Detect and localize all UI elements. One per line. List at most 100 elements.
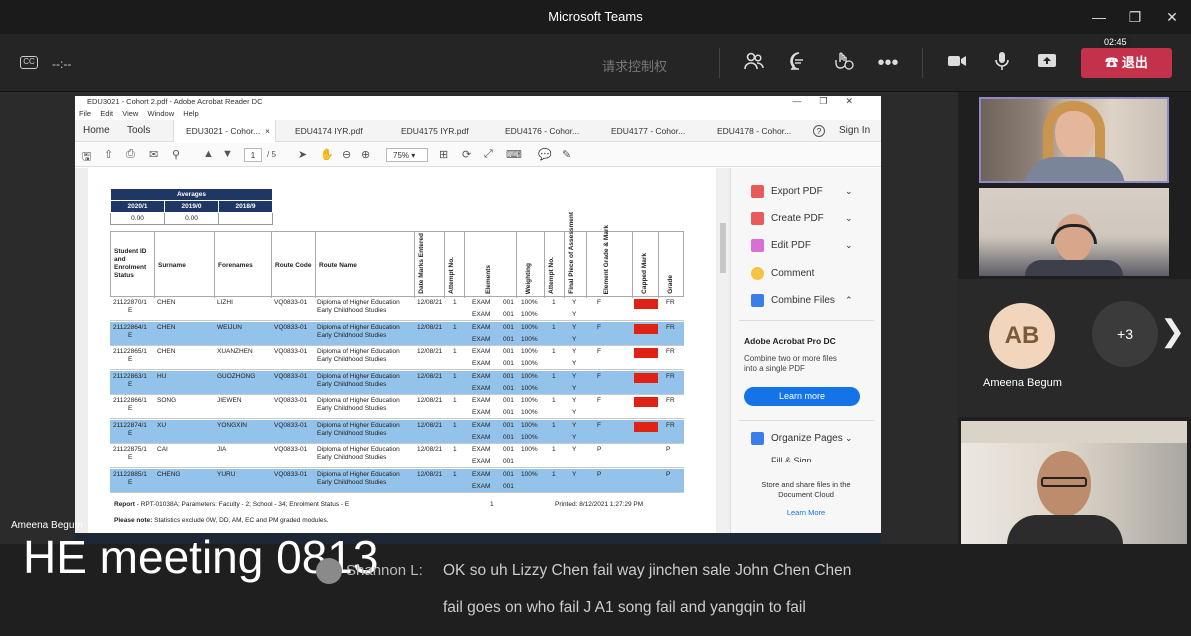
table-cell: CHENG <box>157 470 181 478</box>
organize-pages-item[interactable]: Organize Pages <box>771 433 843 444</box>
select-tool-icon[interactable]: ➤ <box>298 148 307 161</box>
page-down-icon[interactable]: ▼ <box>222 148 233 160</box>
people-icon[interactable] <box>742 50 766 76</box>
col-capped: Capped Mark <box>633 232 659 298</box>
upload-icon[interactable]: ⇧ <box>104 148 113 161</box>
tab-doc[interactable]: EDU4177 - Cohor... <box>611 126 685 136</box>
table-cell: 100% <box>521 348 538 355</box>
table-cell: 100% <box>521 311 538 318</box>
save-icon[interactable]: 🖫 <box>82 148 91 167</box>
minimize-icon[interactable]: — <box>1090 8 1108 26</box>
table-cell: E <box>128 454 133 461</box>
camera-icon[interactable] <box>945 50 969 76</box>
chevron-up-icon[interactable]: ⌃ <box>845 295 853 306</box>
zoom-select[interactable]: 75% ▾ <box>386 148 428 162</box>
chat-icon[interactable] <box>787 50 811 76</box>
participant-video-3[interactable] <box>961 421 1187 544</box>
tab-tools[interactable]: Tools <box>127 125 150 136</box>
menu-edit[interactable]: Edit <box>100 109 113 118</box>
table-cell: EXAM <box>472 323 491 331</box>
meeting-toolbar: CC --:-- 请求控制权 ••• ☎ 退出 <box>0 34 1191 92</box>
rotate-icon[interactable]: ⟳ <box>462 148 471 161</box>
pdf-document-view[interactable]: Averages 2020/1 2019/0 2018/9 0.00 0.00 … <box>75 168 730 533</box>
edit-pdf-item[interactable]: Edit PDF <box>771 240 811 251</box>
keyboard-icon[interactable]: ⌨ <box>506 148 522 161</box>
menu-help[interactable]: Help <box>183 109 198 118</box>
hand-tool-icon[interactable]: ✋ <box>320 148 334 161</box>
fill-sign-item[interactable]: Fill & Sign <box>771 456 812 462</box>
email-icon[interactable]: ✉ <box>149 148 158 161</box>
table-cell: VQ0833-01 <box>274 397 308 404</box>
table-cell: Y <box>572 397 577 404</box>
sign-in-link[interactable]: Sign In <box>839 125 870 136</box>
participant-video-1[interactable] <box>979 97 1169 183</box>
menu-view[interactable]: View <box>122 109 138 118</box>
reactions-icon[interactable] <box>832 50 856 76</box>
restore-icon[interactable]: ❐ <box>1126 8 1144 26</box>
search-icon[interactable]: ⚲ <box>172 148 180 161</box>
menu-window[interactable]: Window <box>147 109 174 118</box>
chevron-down-icon[interactable]: ⌄ <box>845 433 853 444</box>
averages-header: Averages <box>110 188 273 201</box>
tab-doc[interactable]: EDU4178 - Cohor... <box>717 126 791 136</box>
menu-file[interactable]: File <box>79 109 91 118</box>
doc-scroll-thumb[interactable] <box>720 223 726 273</box>
help-icon[interactable]: ? <box>813 125 825 137</box>
request-control-button[interactable]: 请求控制权 <box>602 56 667 75</box>
zoom-out-icon[interactable]: ⊖ <box>342 148 351 161</box>
avg-val: 0.00 <box>164 212 219 225</box>
combine-files-item[interactable]: Combine Files <box>771 295 835 306</box>
table-cell: 001 <box>503 311 514 318</box>
tab-doc[interactable]: EDU4175 IYR.pdf <box>401 126 469 136</box>
table-cell: F <box>597 348 601 355</box>
comment-icon[interactable]: 💬 <box>538 148 552 161</box>
fit-page-icon[interactable]: ⊞ <box>439 148 448 161</box>
table-cell: 001 <box>503 470 514 478</box>
col-label: Route Code <box>275 262 312 269</box>
table-cell: EXAM <box>472 433 491 441</box>
comment-item[interactable]: Comment <box>771 268 814 279</box>
export-pdf-item[interactable]: Export PDF <box>771 186 823 197</box>
report-notes: Please note: Statistics exclude 0W, DD, … <box>114 517 329 524</box>
leave-button[interactable]: ☎ 退出 <box>1081 48 1172 78</box>
chevron-down-icon[interactable]: ⌄ <box>845 213 853 224</box>
zoom-in-icon[interactable]: ⊕ <box>361 148 370 161</box>
table-cell: FR <box>666 397 675 404</box>
captions-icon[interactable]: CC <box>20 56 38 69</box>
avatar[interactable]: AB <box>989 303 1055 369</box>
learn-more-button[interactable]: Learn more <box>744 387 860 406</box>
close-icon[interactable]: ✕ <box>1163 8 1181 26</box>
tab-doc[interactable]: EDU4176 - Cohor... <box>505 126 579 136</box>
highlight-pen-icon[interactable]: ✎ <box>562 148 571 161</box>
tab-doc[interactable]: EDU4174 IYR.pdf <box>295 126 363 136</box>
tab-home[interactable]: Home <box>83 125 110 136</box>
report-label: Report <box>114 501 135 508</box>
chevron-down-icon[interactable]: ⌄ <box>845 186 853 197</box>
close-tab-icon[interactable]: × <box>265 126 270 136</box>
table-cell: 001 <box>503 360 514 367</box>
create-pdf-item[interactable]: Create PDF <box>771 213 824 224</box>
table-cell: Y <box>572 299 577 306</box>
tab-active-doc[interactable]: EDU3021 - Cohor... × <box>173 120 276 142</box>
chevron-down-icon[interactable]: ⌄ <box>845 240 853 251</box>
table-cell: CAI <box>157 446 168 453</box>
table-cell: P <box>666 446 671 453</box>
table-cell: 21122874/1 <box>113 421 147 429</box>
chevron-right-icon[interactable]: ❯ <box>1160 314 1185 349</box>
report-footer: Report - RPT-01038A; Parameters: Faculty… <box>114 501 349 508</box>
table-cell: F <box>597 397 601 404</box>
microphone-icon[interactable] <box>990 50 1014 76</box>
document-cloud-link[interactable]: Learn More <box>751 508 861 517</box>
full-screen-icon[interactable]: ⤢ <box>484 148 493 161</box>
table-cell: 100% <box>521 470 538 478</box>
table-cell: 1 <box>552 397 556 404</box>
participant-video-2[interactable] <box>979 188 1169 276</box>
share-screen-icon[interactable] <box>1035 50 1059 76</box>
pdf-window-controls[interactable]: —❐✕ <box>792 96 871 107</box>
page-number-input[interactable]: 1 <box>244 148 262 162</box>
page-up-icon[interactable]: ▲ <box>203 148 214 160</box>
table-cell: Diploma of Higher Education <box>317 299 400 306</box>
print-icon[interactable]: ⎙ <box>126 148 135 161</box>
more-options-icon[interactable]: ••• <box>876 50 900 76</box>
more-participants-badge[interactable]: +3 <box>1092 301 1158 367</box>
